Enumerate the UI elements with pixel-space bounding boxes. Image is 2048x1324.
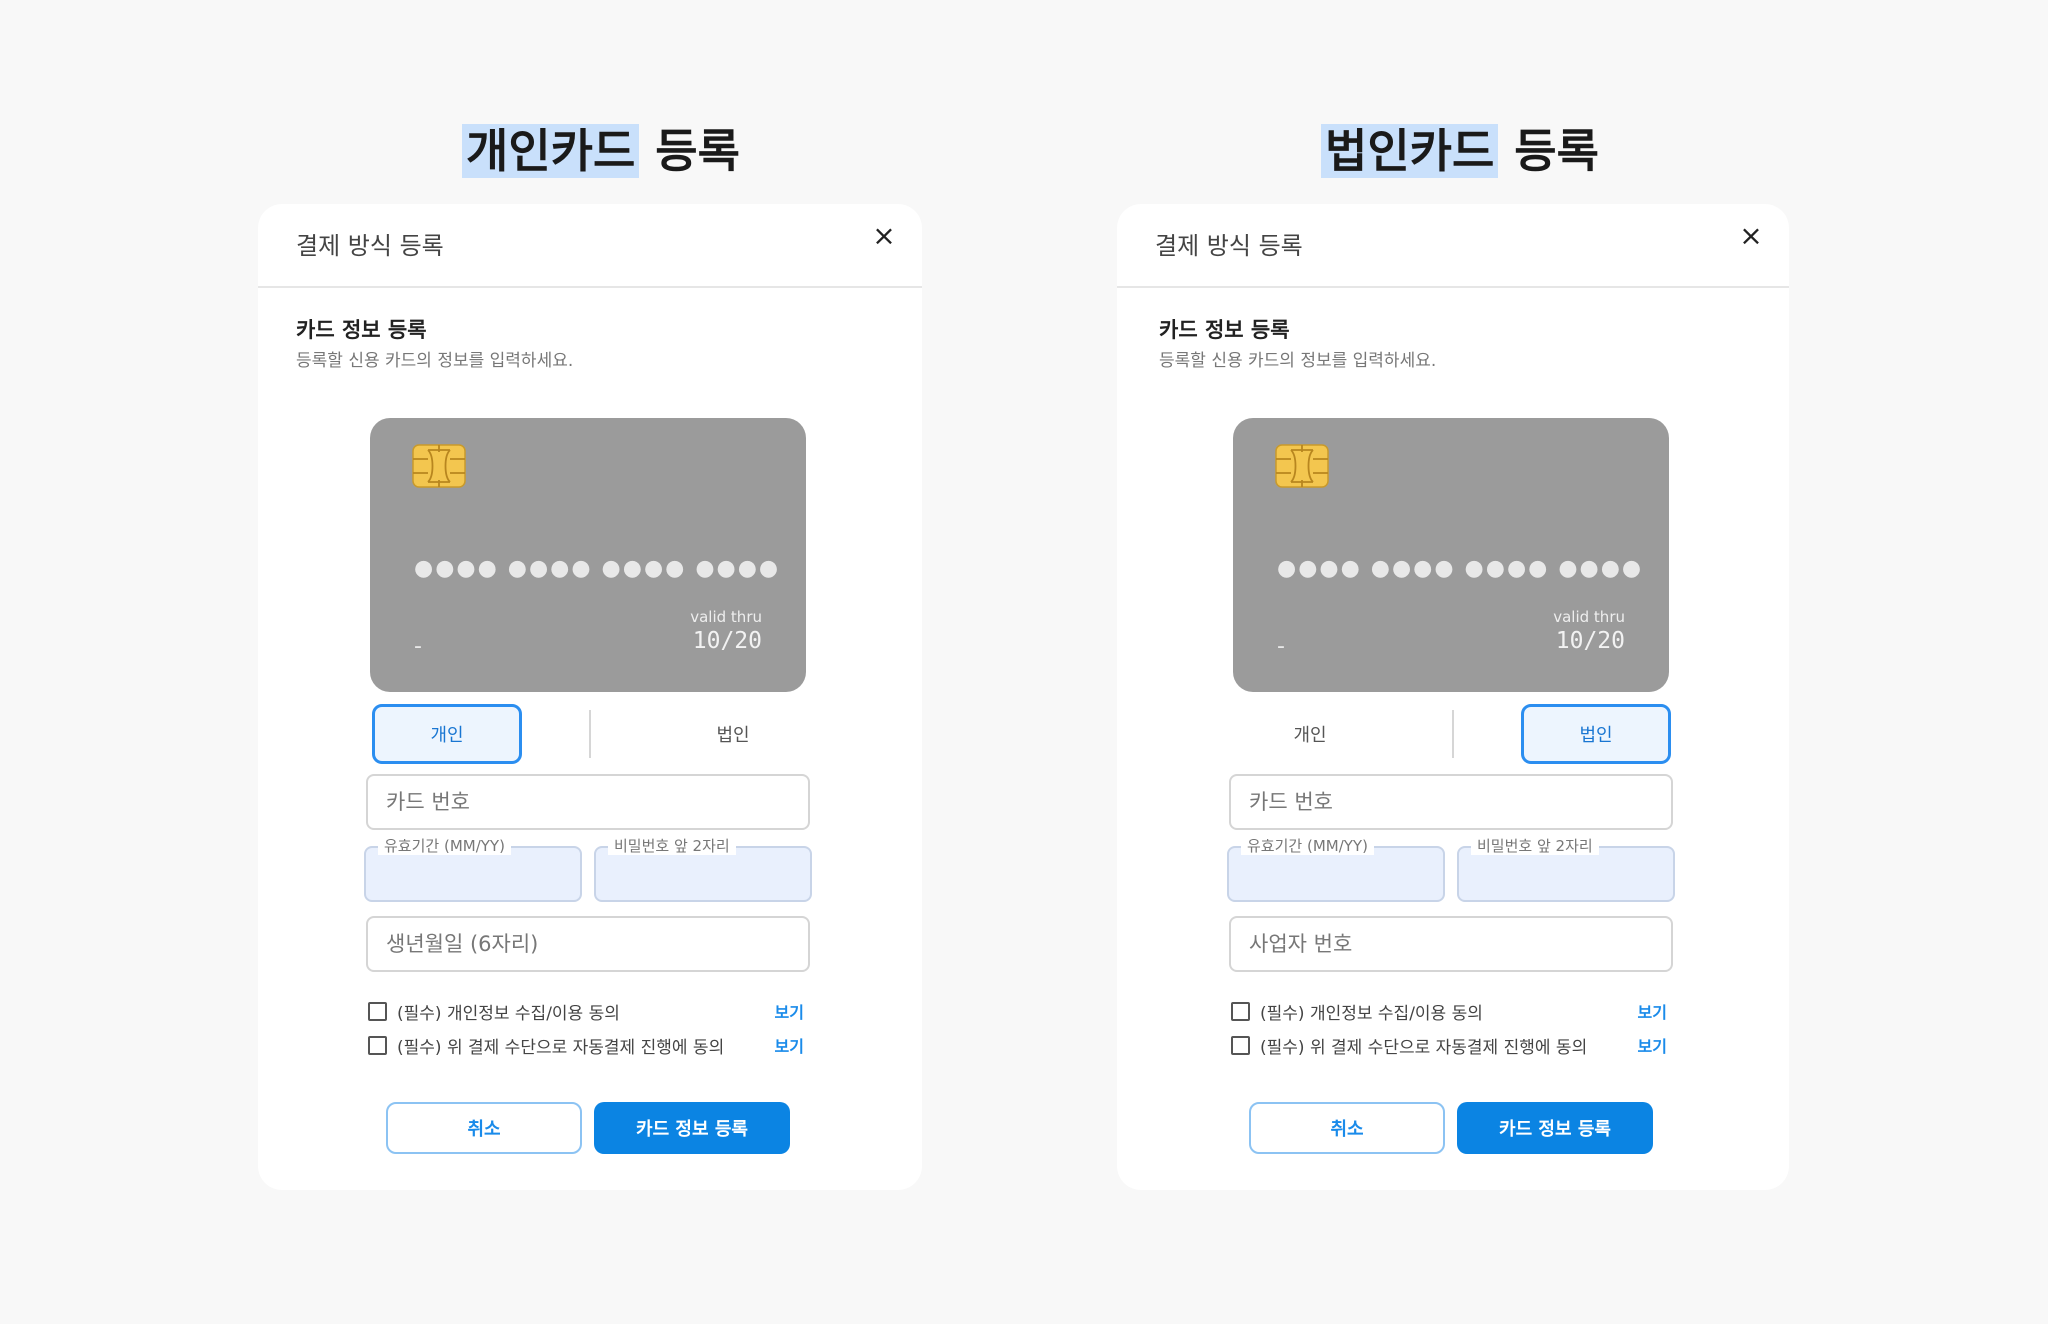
agreement-text: (필수) 위 결제 수단으로 자동결제 진행에 동의 bbox=[397, 1037, 725, 1058]
agreement-checkbox[interactable] bbox=[1231, 1035, 1250, 1055]
card-number-input[interactable] bbox=[366, 774, 810, 830]
section-title: 카드 정보 등록 bbox=[296, 318, 427, 342]
card-number-mask: ●●●● ●●●● ●●●● ●●●● bbox=[414, 556, 781, 581]
toggle-corporate[interactable]: 법인 bbox=[1521, 704, 1671, 764]
agreement-text: (필수) 개인정보 수집/이용 동의 bbox=[1260, 1003, 1483, 1024]
modal-header: 결제 방식 등록 × bbox=[1117, 204, 1789, 288]
card-number-input[interactable] bbox=[1229, 774, 1673, 830]
toggle-divider bbox=[589, 710, 591, 758]
expiry-label: 유효기간 (MM/YY) bbox=[1241, 837, 1374, 855]
card-holder: - bbox=[1277, 634, 1285, 659]
toggle-corporate[interactable]: 법인 bbox=[658, 704, 808, 764]
payment-modal-corporate: 결제 방식 등록 × 카드 정보 등록 등록할 신용 카드의 정보를 입력하세요… bbox=[1117, 204, 1789, 1190]
heading-highlight: 법인카드 bbox=[1321, 124, 1499, 178]
card-number-mask: ●●●● ●●●● ●●●● ●●●● bbox=[1277, 556, 1644, 581]
card-type-toggle: 개인 법인 bbox=[372, 704, 808, 764]
panel-heading-corporate: 법인카드 등록 bbox=[1321, 124, 1599, 178]
valid-thru-label: valid thru bbox=[1553, 608, 1625, 626]
expiry-input[interactable]: 유효기간 (MM/YY) bbox=[1227, 837, 1445, 902]
password-input[interactable]: 비밀번호 앞 2자리 bbox=[1457, 837, 1675, 902]
password-input[interactable]: 비밀번호 앞 2자리 bbox=[594, 837, 812, 902]
agreement-view-link[interactable]: 보기 bbox=[775, 1033, 804, 1057]
agreement-view-link[interactable]: 보기 bbox=[775, 999, 804, 1023]
agreement-privacy: (필수) 개인정보 수집/이용 동의 보기 bbox=[1231, 998, 1667, 1024]
close-icon[interactable]: × bbox=[866, 218, 902, 254]
toggle-personal[interactable]: 개인 bbox=[1235, 704, 1385, 764]
register-card-button[interactable]: 카드 정보 등록 bbox=[1457, 1102, 1653, 1154]
cancel-button[interactable]: 취소 bbox=[386, 1102, 582, 1154]
cancel-button[interactable]: 취소 bbox=[1249, 1102, 1445, 1154]
expiry-input[interactable]: 유효기간 (MM/YY) bbox=[364, 837, 582, 902]
heading-rest: 등록 bbox=[639, 124, 740, 178]
agreement-view-link[interactable]: 보기 bbox=[1638, 999, 1667, 1023]
birthdate-input[interactable] bbox=[366, 916, 810, 972]
card-type-toggle: 개인 법인 bbox=[1235, 704, 1671, 764]
heading-rest: 등록 bbox=[1498, 124, 1599, 178]
card-chip-icon bbox=[412, 444, 466, 488]
password-label: 비밀번호 앞 2자리 bbox=[608, 837, 736, 855]
modal-title: 결제 방식 등록 bbox=[1155, 232, 1303, 260]
card-holder: - bbox=[414, 634, 422, 659]
section-description: 등록할 신용 카드의 정보를 입력하세요. bbox=[1159, 351, 1437, 371]
panel-heading-personal: 개인카드 등록 bbox=[462, 124, 740, 178]
valid-thru-label: valid thru bbox=[690, 608, 762, 626]
agreement-checkbox[interactable] bbox=[1231, 1001, 1250, 1021]
section-description: 등록할 신용 카드의 정보를 입력하세요. bbox=[296, 351, 574, 371]
agreement-checkbox[interactable] bbox=[368, 1001, 387, 1021]
card-chip-icon bbox=[1275, 444, 1329, 488]
close-icon[interactable]: × bbox=[1733, 218, 1769, 254]
credit-card-preview: ●●●● ●●●● ●●●● ●●●● - valid thru 10/20 bbox=[1233, 418, 1669, 692]
password-label: 비밀번호 앞 2자리 bbox=[1471, 837, 1599, 855]
payment-modal-personal: 결제 방식 등록 × 카드 정보 등록 등록할 신용 카드의 정보를 입력하세요… bbox=[258, 204, 922, 1190]
agreement-text: (필수) 위 결제 수단으로 자동결제 진행에 동의 bbox=[1260, 1037, 1588, 1058]
business-number-input[interactable] bbox=[1229, 916, 1673, 972]
section-title: 카드 정보 등록 bbox=[1159, 318, 1290, 342]
credit-card-preview: ●●●● ●●●● ●●●● ●●●● - valid thru 10/20 bbox=[370, 418, 806, 692]
toggle-personal[interactable]: 개인 bbox=[372, 704, 522, 764]
modal-header: 결제 방식 등록 × bbox=[258, 204, 922, 288]
agreement-text: (필수) 개인정보 수집/이용 동의 bbox=[397, 1003, 620, 1024]
register-card-button[interactable]: 카드 정보 등록 bbox=[594, 1102, 790, 1154]
agreement-view-link[interactable]: 보기 bbox=[1638, 1033, 1667, 1057]
valid-thru-value: 10/20 bbox=[1555, 628, 1625, 654]
heading-highlight: 개인카드 bbox=[462, 124, 640, 178]
page: 개인카드 등록 결제 방식 등록 × 카드 정보 등록 등록할 신용 카드의 정… bbox=[0, 0, 2048, 1324]
agreement-autopay: (필수) 위 결제 수단으로 자동결제 진행에 동의 보기 bbox=[1231, 1032, 1667, 1058]
expiry-label: 유효기간 (MM/YY) bbox=[378, 837, 511, 855]
agreement-autopay: (필수) 위 결제 수단으로 자동결제 진행에 동의 보기 bbox=[368, 1032, 804, 1058]
agreement-checkbox[interactable] bbox=[368, 1035, 387, 1055]
toggle-divider bbox=[1452, 710, 1454, 758]
agreement-privacy: (필수) 개인정보 수집/이용 동의 보기 bbox=[368, 998, 804, 1024]
valid-thru-value: 10/20 bbox=[692, 628, 762, 654]
modal-title: 결제 방식 등록 bbox=[296, 232, 444, 260]
